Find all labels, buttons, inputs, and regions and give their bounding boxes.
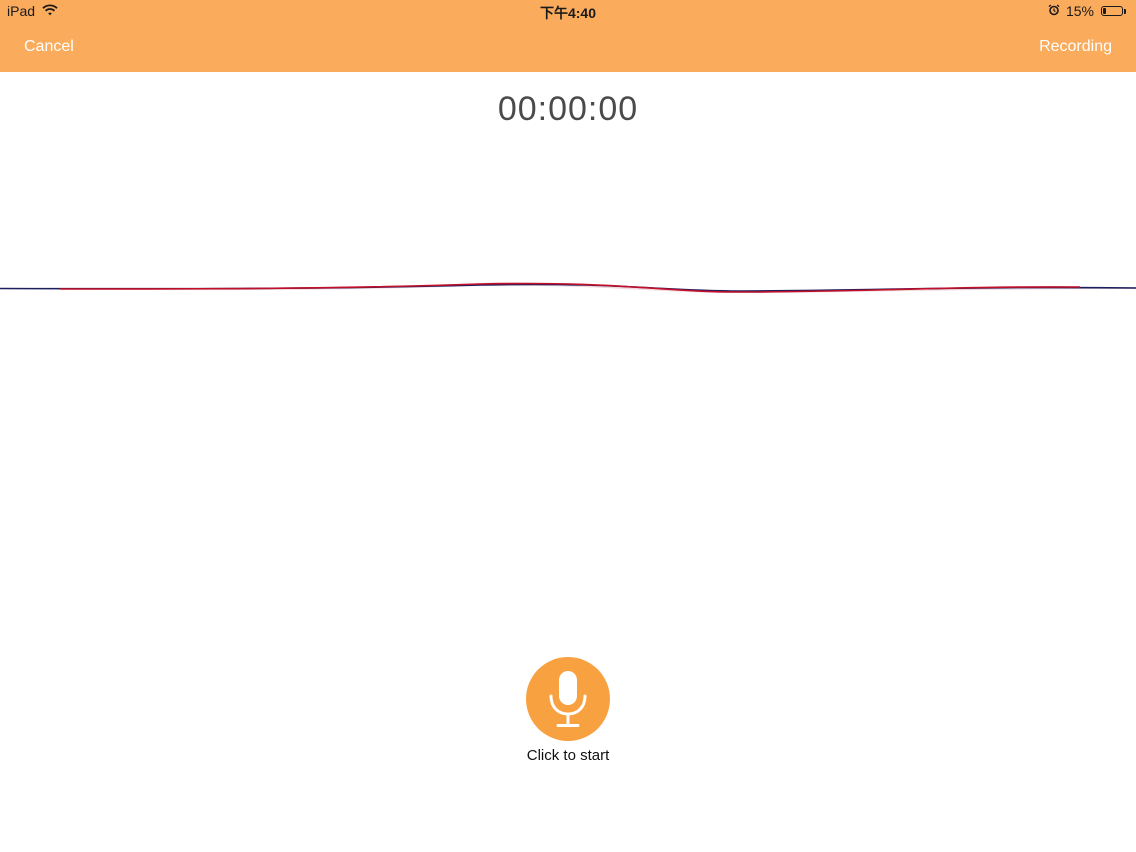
battery-percent: 15% xyxy=(1065,3,1094,19)
start-recording-button[interactable] xyxy=(526,657,610,741)
battery-icon xyxy=(1101,6,1123,16)
alarm-icon xyxy=(1048,3,1060,19)
recording-button[interactable]: Recording xyxy=(1039,38,1112,56)
header-bar: iPad 下午4:40 15% Cancel Recording xyxy=(0,0,1136,72)
battery-cap xyxy=(1124,8,1126,14)
start-hint-label: Click to start xyxy=(526,747,610,764)
cancel-button[interactable]: Cancel xyxy=(24,38,74,56)
battery-level-fill xyxy=(1103,8,1106,14)
recording-timer: 00:00:00 xyxy=(497,90,639,128)
status-time: 下午4:40 xyxy=(539,5,597,21)
record-control: Click to start xyxy=(0,657,1136,764)
audio-waveform xyxy=(0,282,1136,293)
status-right: 15% xyxy=(1048,3,1126,19)
microphone-icon xyxy=(549,671,587,727)
status-bar: iPad 下午4:40 15% xyxy=(0,0,1136,24)
nav-bar: Cancel Recording xyxy=(0,30,1136,64)
recorder-screen: iPad 下午4:40 15% Cancel Recording 00:00:0… xyxy=(0,0,1136,852)
